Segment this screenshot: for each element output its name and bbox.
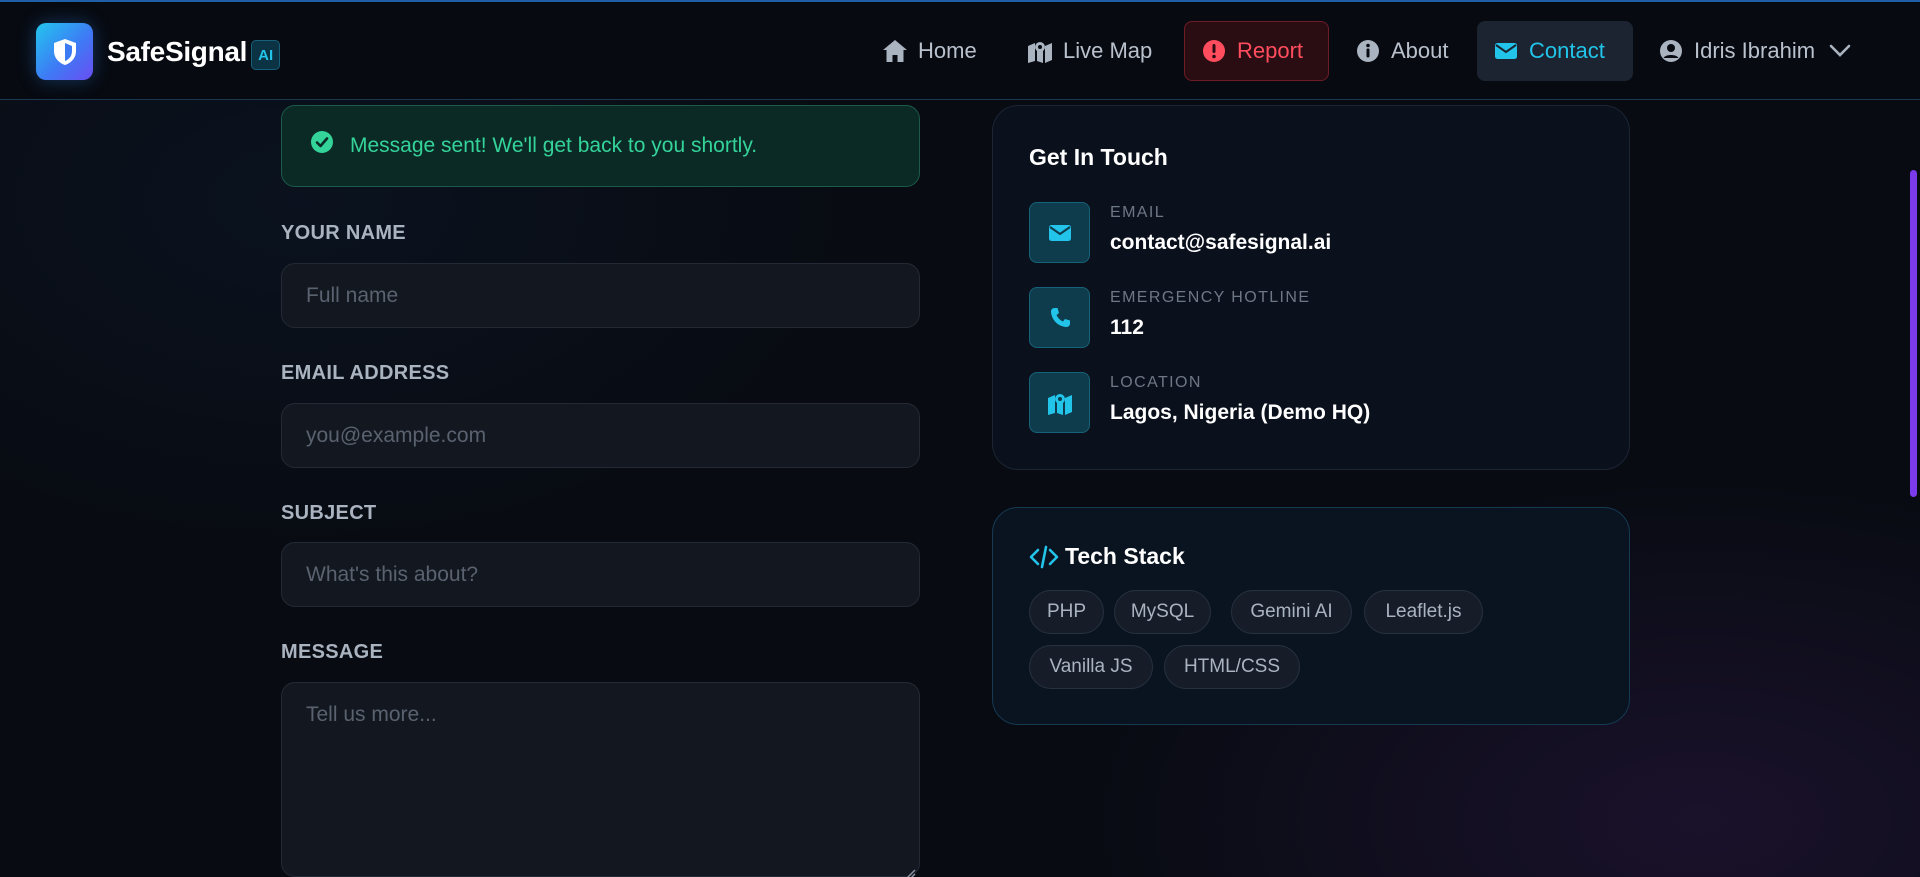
info-location-value: Lagos, Nigeria (Demo HQ) — [1110, 401, 1371, 424]
user-name: Idris Ibrahim — [1694, 38, 1816, 63]
tech-card-title-text: Tech Stack — [1065, 543, 1185, 569]
info-hotline: EMERGENCY HOTLINE 112 — [1029, 287, 1310, 348]
tech-chip: Gemini AI — [1231, 590, 1352, 634]
map-location-icon — [1027, 38, 1053, 64]
page-scrollbar[interactable] — [1910, 170, 1917, 497]
tech-chip: Vanilla JS — [1029, 645, 1153, 689]
nav-about-label: About — [1391, 38, 1449, 63]
message-textarea[interactable] — [281, 682, 920, 877]
tech-stack-card: Tech Stack PHP MySQL Gemini AI Leaflet.j… — [992, 507, 1630, 725]
name-input[interactable] — [281, 263, 920, 328]
nav-contact-label: Contact — [1529, 38, 1605, 63]
home-icon — [882, 38, 908, 64]
user-circle-icon — [1658, 38, 1684, 64]
subject-label: SUBJECT — [281, 502, 377, 524]
email-label: EMAIL ADDRESS — [281, 362, 450, 384]
contact-card-title: Get In Touch — [1029, 144, 1168, 170]
nav-live-map-label: Live Map — [1063, 38, 1153, 63]
email-input[interactable] — [281, 403, 920, 468]
phone-icon — [1029, 287, 1090, 348]
alert-message: Message sent! We'll get back to you shor… — [350, 134, 758, 157]
contact-info-card: Get In Touch EMAIL contact@safesignal.ai… — [992, 105, 1630, 470]
info-location: LOCATION Lagos, Nigeria (Demo HQ) — [1029, 372, 1370, 433]
info-email-value: contact@safesignal.ai — [1110, 231, 1332, 254]
success-alert: Message sent! We'll get back to you shor… — [281, 105, 920, 187]
nav-home[interactable]: Home — [866, 21, 993, 81]
user-menu[interactable]: Idris Ibrahim — [1642, 21, 1869, 81]
tech-card-title: Tech Stack — [1029, 543, 1185, 570]
nav-live-map[interactable]: Live Map — [1011, 21, 1168, 81]
info-email-label: EMAIL — [1110, 204, 1166, 221]
info-circle-icon — [1355, 38, 1381, 64]
subject-input[interactable] — [281, 542, 920, 607]
check-circle-icon — [310, 130, 334, 154]
info-hotline-value: 112 — [1110, 316, 1144, 339]
resize-handle-icon[interactable] — [905, 866, 917, 877]
nav-home-label: Home — [918, 38, 977, 63]
tech-chip: HTML/CSS — [1164, 645, 1300, 689]
main-nav: Home Live Map Report About Contact Idris… — [0, 21, 1920, 81]
envelope-icon — [1029, 202, 1090, 263]
envelope-icon — [1493, 38, 1519, 64]
name-label: YOUR NAME — [281, 222, 406, 244]
info-email: EMAIL contact@safesignal.ai — [1029, 202, 1331, 263]
nav-report-button[interactable]: Report — [1184, 21, 1329, 81]
tech-chip: MySQL — [1114, 590, 1211, 634]
nav-report-label: Report — [1237, 38, 1304, 63]
tech-chip: Leaflet.js — [1364, 590, 1483, 634]
code-icon — [1029, 545, 1059, 569]
info-location-label: LOCATION — [1110, 374, 1202, 391]
map-location-icon — [1029, 372, 1090, 433]
nav-contact[interactable]: Contact — [1477, 21, 1633, 81]
navbar: SafeSignal AI Home Live Map Report About… — [0, 2, 1920, 100]
tech-chip: PHP — [1029, 590, 1104, 634]
message-label: MESSAGE — [281, 641, 384, 663]
info-hotline-label: EMERGENCY HOTLINE — [1110, 289, 1311, 306]
nav-about[interactable]: About — [1339, 21, 1465, 81]
chevron-down-icon — [1827, 38, 1853, 64]
exclamation-circle-icon — [1201, 38, 1227, 64]
